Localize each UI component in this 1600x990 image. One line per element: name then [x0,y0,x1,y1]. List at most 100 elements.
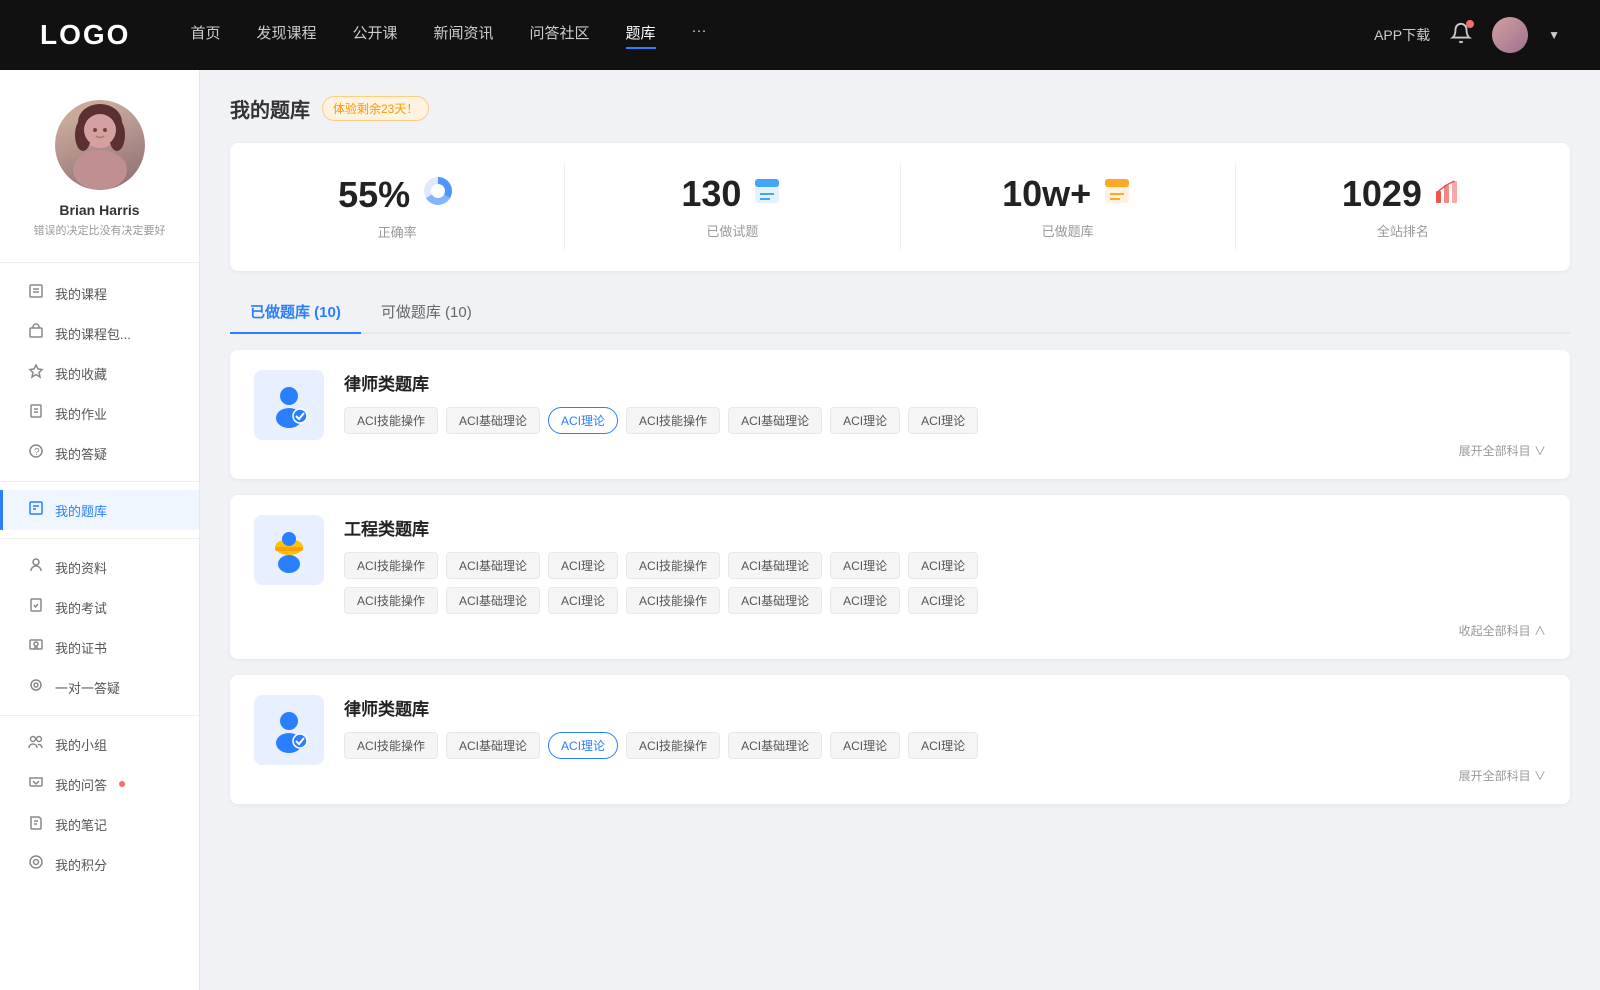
tag[interactable]: ACI基础理论 [446,407,540,434]
tag[interactable]: ACI理论 [548,587,618,614]
expand-link-0[interactable]: 展开全部科目 ∨ [344,442,1546,459]
sidebar-item-profile[interactable]: 我的资料 [0,547,199,587]
stat-accuracy: 55% 正确率 [230,163,565,251]
tag-active[interactable]: ACI理论 [548,732,618,759]
user-dropdown-arrow[interactable]: ▼ [1548,28,1560,42]
tag[interactable]: ACI技能操作 [344,552,438,579]
tag[interactable]: ACI技能操作 [626,407,720,434]
tag[interactable]: ACI理论 [830,552,900,579]
sidebar-item-homework[interactable]: 我的作业 [0,393,199,433]
nav-quiz[interactable]: 题库 [626,22,656,49]
package-icon [27,323,45,343]
nav-open-course[interactable]: 公开课 [352,22,397,49]
sidebar-item-my-qa[interactable]: 我的问答 [0,764,199,804]
sidebar-item-favorites[interactable]: 我的收藏 [0,353,199,393]
tab-done-banks[interactable]: 已做题库 (10) [230,291,361,334]
notes-icon [27,814,45,834]
tag[interactable]: ACI基础理论 [446,552,540,579]
notification-dot [1466,20,1474,28]
sidebar-item-exam[interactable]: 我的考试 [0,587,199,627]
doc-orange-icon [1101,175,1133,214]
tag[interactable]: ACI理论 [830,587,900,614]
tab-available-banks[interactable]: 可做题库 (10) [361,291,492,334]
sidebar-username: Brian Harris [59,202,139,218]
sidebar-label: 我的证书 [55,638,107,657]
tag[interactable]: ACI技能操作 [344,407,438,434]
sidebar-item-tutoring[interactable]: 一对一答疑 [0,667,199,707]
sidebar-item-notes[interactable]: 我的笔记 [0,804,199,844]
tag[interactable]: ACI技能操作 [626,552,720,579]
sidebar-label: 我的小组 [55,735,107,754]
sidebar-item-course-package[interactable]: 我的课程包... [0,313,199,353]
tag[interactable]: ACI理论 [908,407,978,434]
tag[interactable]: ACI理论 [908,552,978,579]
stat-main: 130 [681,173,783,215]
tag[interactable]: ACI基础理论 [728,407,822,434]
certificate-icon [27,637,45,657]
rank-label: 全站排名 [1377,221,1429,240]
app-download-button[interactable]: APP下载 [1374,25,1430,45]
sidebar-divider [0,715,199,716]
rank-number: 1029 [1342,173,1422,215]
sidebar-item-points[interactable]: 我的积分 [0,844,199,884]
nav-qa[interactable]: 问答社区 [530,22,590,49]
group-icon [27,734,45,754]
tag[interactable]: ACI基础理论 [728,552,822,579]
notification-bell[interactable] [1450,22,1472,49]
sidebar-label: 我的作业 [55,404,107,423]
tag[interactable]: ACI技能操作 [626,732,720,759]
tag[interactable]: ACI基础理论 [446,732,540,759]
tag[interactable]: ACI基础理论 [446,587,540,614]
profile-icon [27,557,45,577]
svg-text:?: ? [34,447,40,458]
sidebar-item-my-course[interactable]: 我的课程 [0,273,199,313]
tag[interactable]: ACI理论 [908,587,978,614]
sidebar-item-questions[interactable]: ? 我的答疑 [0,433,199,473]
quiz-bank-card-0: 律师类题库 ACI技能操作 ACI基础理论 ACI理论 ACI技能操作 ACI基… [230,350,1570,479]
quiz-bank-title: 工程类题库 [344,515,1546,540]
nav-more[interactable]: ··· [692,22,707,49]
tag[interactable]: ACI基础理论 [728,587,822,614]
tag[interactable]: ACI基础理论 [728,732,822,759]
main-layout: Brian Harris 错误的决定比没有决定要好 我的课程 我的课程包... [0,70,1600,990]
avatar-image [1492,17,1528,53]
sidebar-label: 一对一答疑 [55,678,120,697]
qa-icon [27,774,45,794]
tag[interactable]: ACI技能操作 [626,587,720,614]
tag[interactable]: ACI理论 [908,732,978,759]
quiz-bank-icon [254,695,324,765]
quiz-bank-info: 律师类题库 ACI技能操作 ACI基础理论 ACI理论 ACI技能操作 ACI基… [344,695,1546,784]
stat-main: 10w+ [1002,173,1133,215]
nav-news[interactable]: 新闻资讯 [434,22,494,49]
tag[interactable]: ACI理论 [548,552,618,579]
tag[interactable]: ACI技能操作 [344,587,438,614]
tag[interactable]: ACI技能操作 [344,732,438,759]
nav-discover[interactable]: 发现课程 [256,22,316,49]
done-banks-number: 10w+ [1002,173,1091,215]
sidebar-divider [0,481,199,482]
sidebar-motto: 错误的决定比没有决定要好 [34,222,166,238]
accuracy-number: 55% [338,174,410,216]
sidebar-label: 我的考试 [55,598,107,617]
logo[interactable]: LOGO [40,19,130,51]
user-avatar[interactable] [1492,17,1528,53]
lawyer-icon-2 [266,707,312,753]
tag[interactable]: ACI理论 [830,407,900,434]
sidebar-avatar [55,100,145,190]
question-icon: ? [27,443,45,463]
expand-link-2[interactable]: 展开全部科目 ∨ [344,767,1546,784]
tag-active[interactable]: ACI理论 [548,407,618,434]
course-icon [27,283,45,303]
sidebar-item-certificate[interactable]: 我的证书 [0,627,199,667]
quiz-bank-tags-2: ACI技能操作 ACI基础理论 ACI理论 ACI技能操作 ACI基础理论 AC… [344,732,1546,759]
homework-icon [27,403,45,423]
sidebar-item-quiz-bank[interactable]: 我的题库 [0,490,199,530]
done-banks-label: 已做题库 [1042,221,1094,240]
sidebar-item-group[interactable]: 我的小组 [0,724,199,764]
nav-home[interactable]: 首页 [190,22,220,49]
collapse-link-1[interactable]: 收起全部科目 ∧ [344,622,1546,639]
lawyer-icon [266,382,312,428]
tag[interactable]: ACI理论 [830,732,900,759]
sidebar-label: 我的课程 [55,284,107,303]
quiz-bank-icon [254,370,324,440]
